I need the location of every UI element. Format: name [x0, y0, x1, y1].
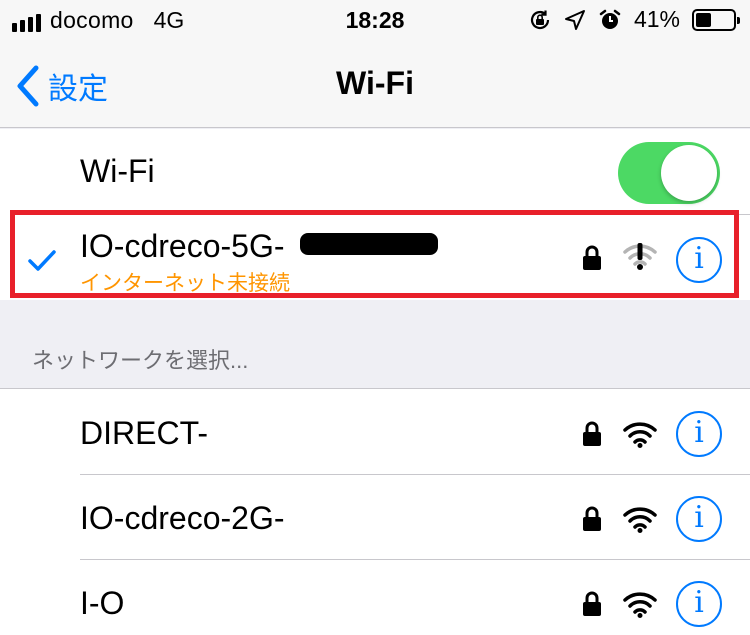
lock-icon — [583, 591, 601, 616]
wifi-icon — [623, 592, 657, 618]
alarm-clock-icon — [599, 9, 621, 29]
battery-percent: 41% — [633, 6, 680, 32]
wifi-icon — [623, 507, 657, 533]
toggle-knob — [661, 145, 717, 201]
wifi-icon — [623, 422, 657, 448]
status-right: 41% — [528, 6, 740, 33]
wifi-toggle-label: Wi-Fi — [80, 153, 155, 189]
location-arrow-icon — [564, 9, 585, 30]
info-button[interactable]: i — [676, 411, 722, 457]
lock-icon — [583, 421, 601, 446]
wifi-toggle[interactable] — [618, 142, 720, 204]
lock-icon — [583, 506, 601, 531]
network-name: IO-cdreco-2G- — [80, 500, 285, 536]
group-top-border — [0, 388, 750, 389]
page-title: Wi-Fi — [336, 65, 414, 101]
battery-level — [696, 12, 711, 27]
battery-icon — [692, 8, 740, 31]
network-name: DIRECT- — [80, 415, 208, 451]
status-bar: docomo 4G 18:28 41% — [0, 0, 750, 40]
nav-bar: 設定 Wi-Fi — [0, 40, 750, 128]
orientation-lock-icon — [530, 10, 550, 29]
section-header: ネットワークを選択... — [32, 348, 249, 373]
highlight-box — [10, 210, 739, 298]
info-button[interactable]: i — [676, 496, 722, 542]
network-name: I-O — [80, 585, 125, 621]
info-button[interactable]: i — [676, 581, 722, 627]
